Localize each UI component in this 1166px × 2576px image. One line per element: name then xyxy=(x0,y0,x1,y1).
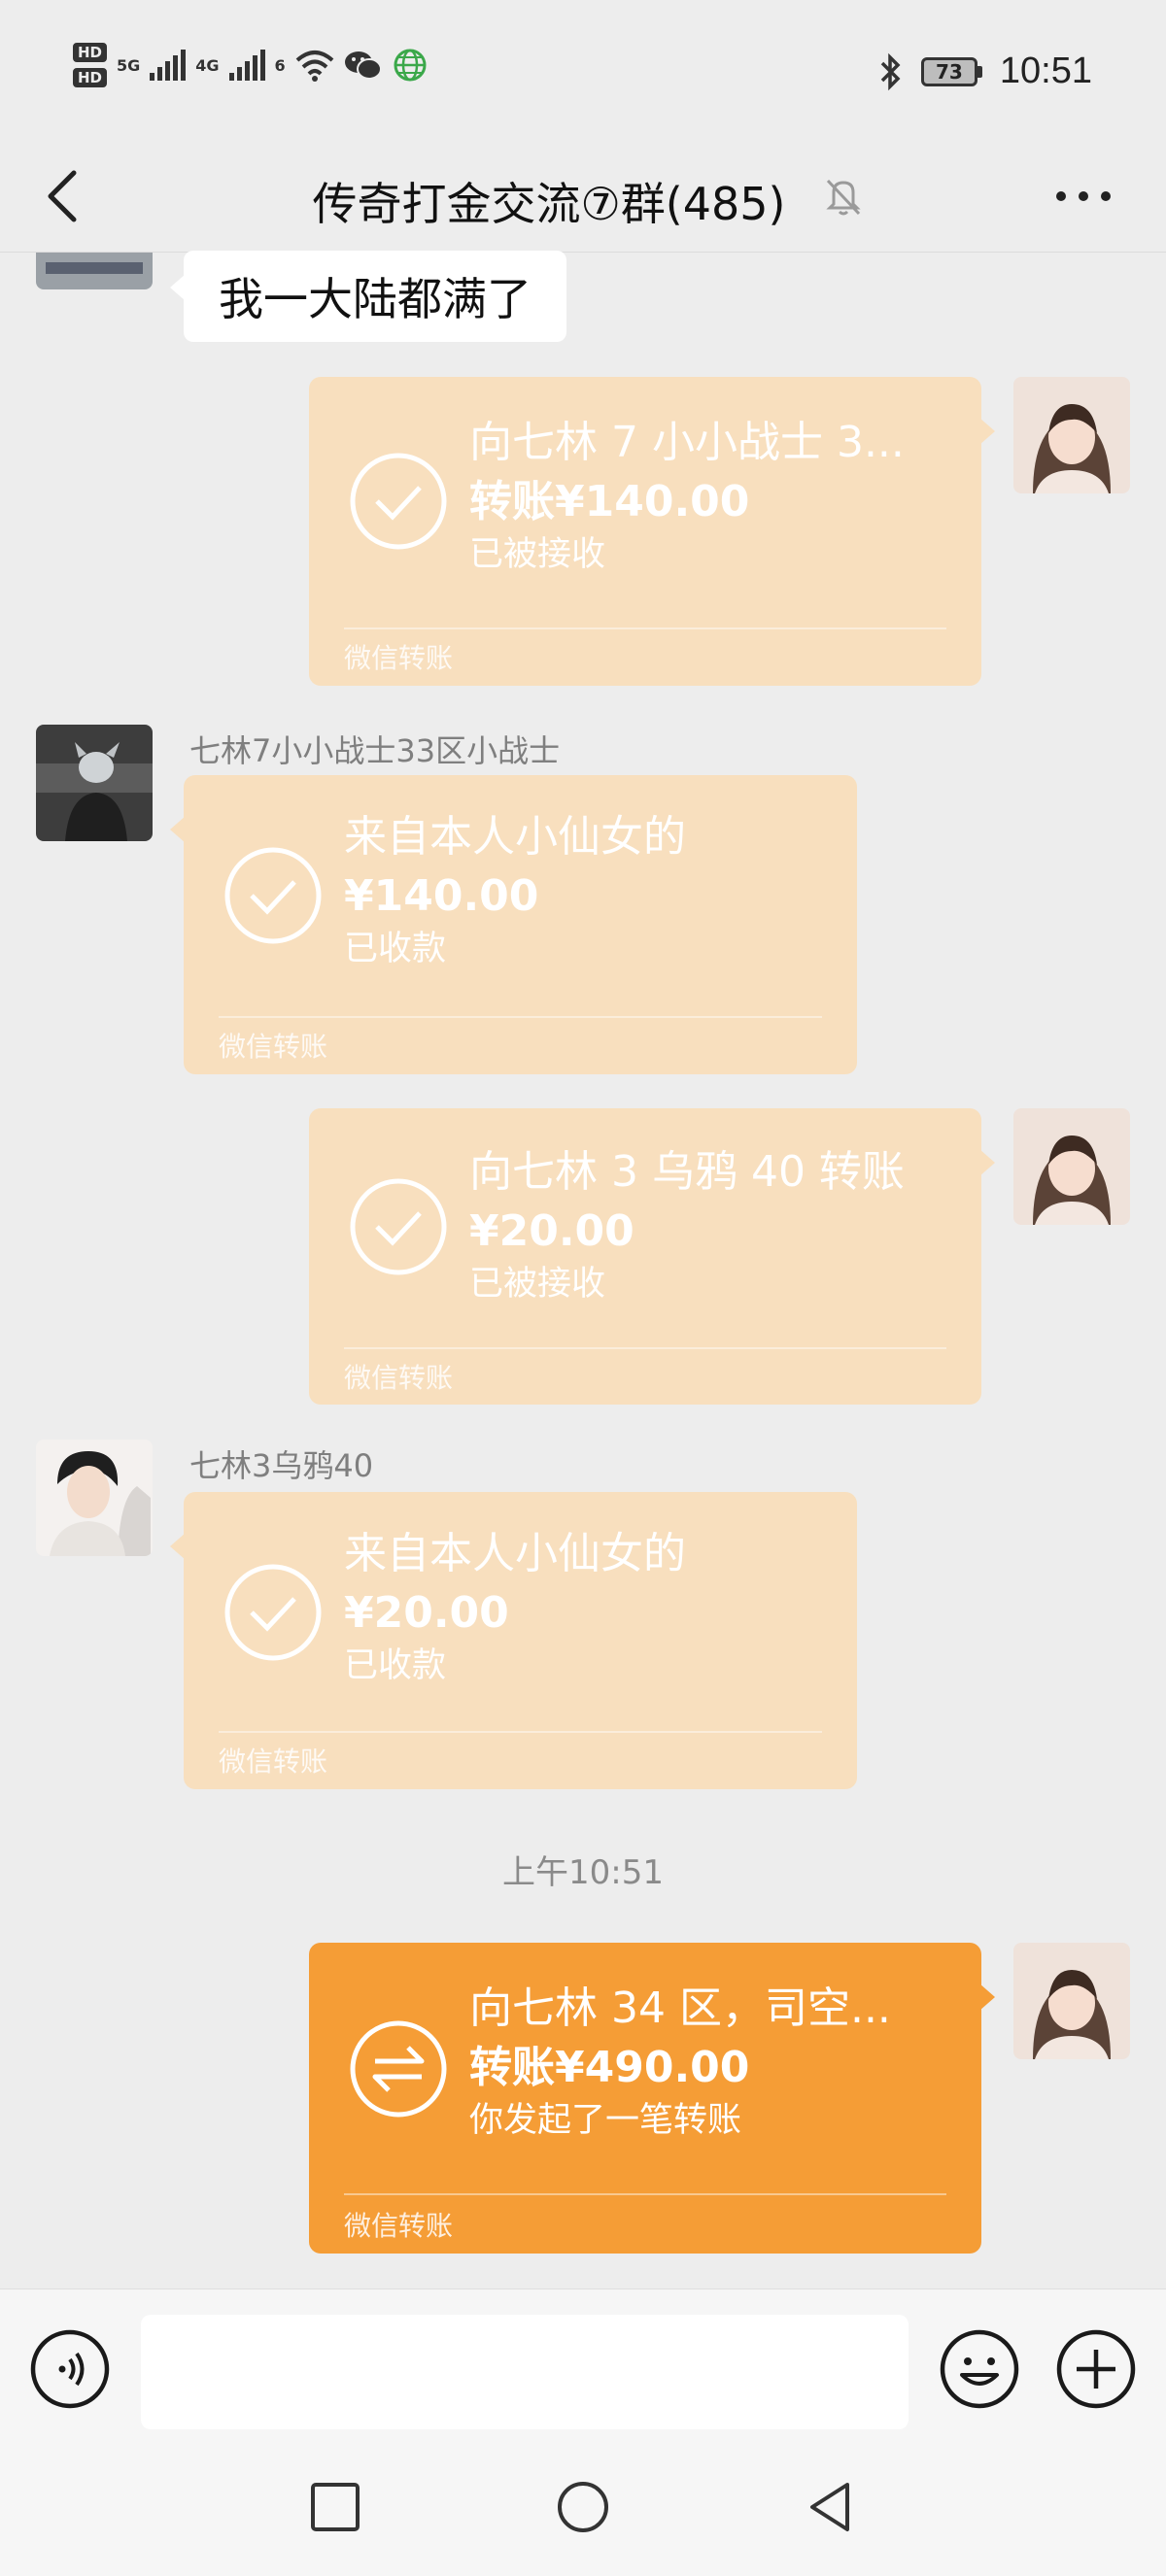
transfer-amount: ¥20.00 xyxy=(469,1206,634,1256)
plus-icon[interactable] xyxy=(1055,2328,1137,2410)
status-bar: HD HD 5G 4G 6 73 10:51 xyxy=(0,0,1166,146)
transfer-card[interactable]: 来自本人小仙女的 ¥20.00 已收款 微信转账 xyxy=(170,1492,857,1789)
battery-indicator: 73 xyxy=(920,56,982,86)
transfer-status: 已被接收 xyxy=(469,1265,606,1304)
transfer-card[interactable]: 来自本人小仙女的 ¥140.00 已收款 微信转账 xyxy=(170,775,857,1074)
transfer-title: 向七林 34 区，司空... xyxy=(469,1983,891,2033)
message-timestamp: 上午10:51 xyxy=(502,1853,664,1892)
hd-badge-2: HD xyxy=(73,68,108,87)
transfer-arrows-icon xyxy=(350,2020,447,2118)
chat-title: 传奇打金交流⑦群(485) xyxy=(312,178,786,230)
transfer-card[interactable]: 向七林 7 小小战士 3... 转账¥140.00 已被接收 微信转账 xyxy=(309,377,995,686)
bluetooth-icon xyxy=(880,52,901,90)
globe-icon xyxy=(394,49,427,82)
check-circle-icon xyxy=(350,1178,447,1275)
sender-name: 七林3乌鸦40 xyxy=(189,1447,374,1484)
chat-input-bar xyxy=(0,2288,1166,2444)
message-text: 我一大陆都满了 xyxy=(219,273,532,325)
bell-off-icon xyxy=(826,179,861,216)
home-circle-icon[interactable] xyxy=(549,2473,617,2541)
my-avatar[interactable] xyxy=(1013,1108,1130,1225)
transfer-title: 向七林 7 小小战士 3... xyxy=(469,418,905,467)
transfer-card[interactable]: 向七林 3 乌鸦 40 转账 ¥20.00 已被接收 微信转账 xyxy=(309,1108,995,1405)
transfer-footer: 微信转账 xyxy=(219,1031,328,1063)
wifi-icon xyxy=(295,51,334,82)
avatar[interactable] xyxy=(36,725,153,841)
transfer-status: 已收款 xyxy=(344,930,447,968)
recents-square-icon[interactable] xyxy=(301,2473,369,2541)
clock: 10:51 xyxy=(999,51,1092,91)
transfer-status: 你发起了一笔转账 xyxy=(469,2101,742,2140)
my-avatar[interactable] xyxy=(1013,1943,1130,2059)
emoji-icon[interactable] xyxy=(939,2328,1020,2410)
network-4g-label: 4G xyxy=(195,55,220,75)
transfer-title: 来自本人小仙女的 xyxy=(344,1529,686,1578)
message-text-bubble[interactable]: 我一大陆都满了 xyxy=(170,251,566,342)
message-input[interactable] xyxy=(141,2315,909,2429)
transfer-title: 向七林 3 乌鸦 40 转账 xyxy=(469,1147,905,1197)
signal-icon xyxy=(228,50,265,81)
avatar[interactable] xyxy=(36,1440,153,1556)
transfer-footer: 微信转账 xyxy=(344,642,454,674)
hd-indicators: HD HD xyxy=(73,43,108,87)
battery-level: 73 xyxy=(920,56,977,86)
transfer-card-pending[interactable]: 向七林 34 区，司空... 转账¥490.00 你发起了一笔转账 微信转账 xyxy=(309,1943,995,2254)
network-wifi6-label: 6 xyxy=(274,55,286,75)
signal-icon xyxy=(150,50,187,81)
network-5g-label: 5G xyxy=(117,55,141,75)
voice-icon[interactable] xyxy=(29,2328,111,2410)
status-right-indicators: 73 10:51 xyxy=(878,51,1092,92)
status-left-indicators: HD HD 5G 4G 6 xyxy=(73,43,428,87)
transfer-amount: 转账¥140.00 xyxy=(469,477,750,526)
hd-badge-1: HD xyxy=(73,43,108,62)
transfer-status: 已被接收 xyxy=(469,535,606,574)
transfer-amount: 转账¥490.00 xyxy=(469,2043,750,2092)
my-avatar[interactable] xyxy=(1013,377,1130,493)
system-nav-bar xyxy=(0,2444,1166,2576)
chat-header: 传奇打金交流⑦群(485) xyxy=(0,146,1166,253)
more-dots-icon[interactable] xyxy=(1049,177,1117,216)
transfer-amount: ¥140.00 xyxy=(344,871,539,921)
sender-name: 七林7小小战士33区小战士 xyxy=(189,732,561,769)
check-circle-icon xyxy=(224,847,322,944)
check-circle-icon xyxy=(350,453,447,550)
transfer-status: 已收款 xyxy=(344,1646,447,1685)
transfer-title: 来自本人小仙女的 xyxy=(344,812,686,862)
transfer-footer: 微信转账 xyxy=(344,1362,454,1394)
back-triangle-icon[interactable] xyxy=(797,2473,865,2541)
check-circle-icon xyxy=(224,1564,322,1661)
transfer-footer: 微信转账 xyxy=(219,1746,328,1778)
wechat-icon xyxy=(344,51,382,80)
transfer-footer: 微信转账 xyxy=(344,2210,454,2242)
transfer-amount: ¥20.00 xyxy=(344,1588,509,1638)
